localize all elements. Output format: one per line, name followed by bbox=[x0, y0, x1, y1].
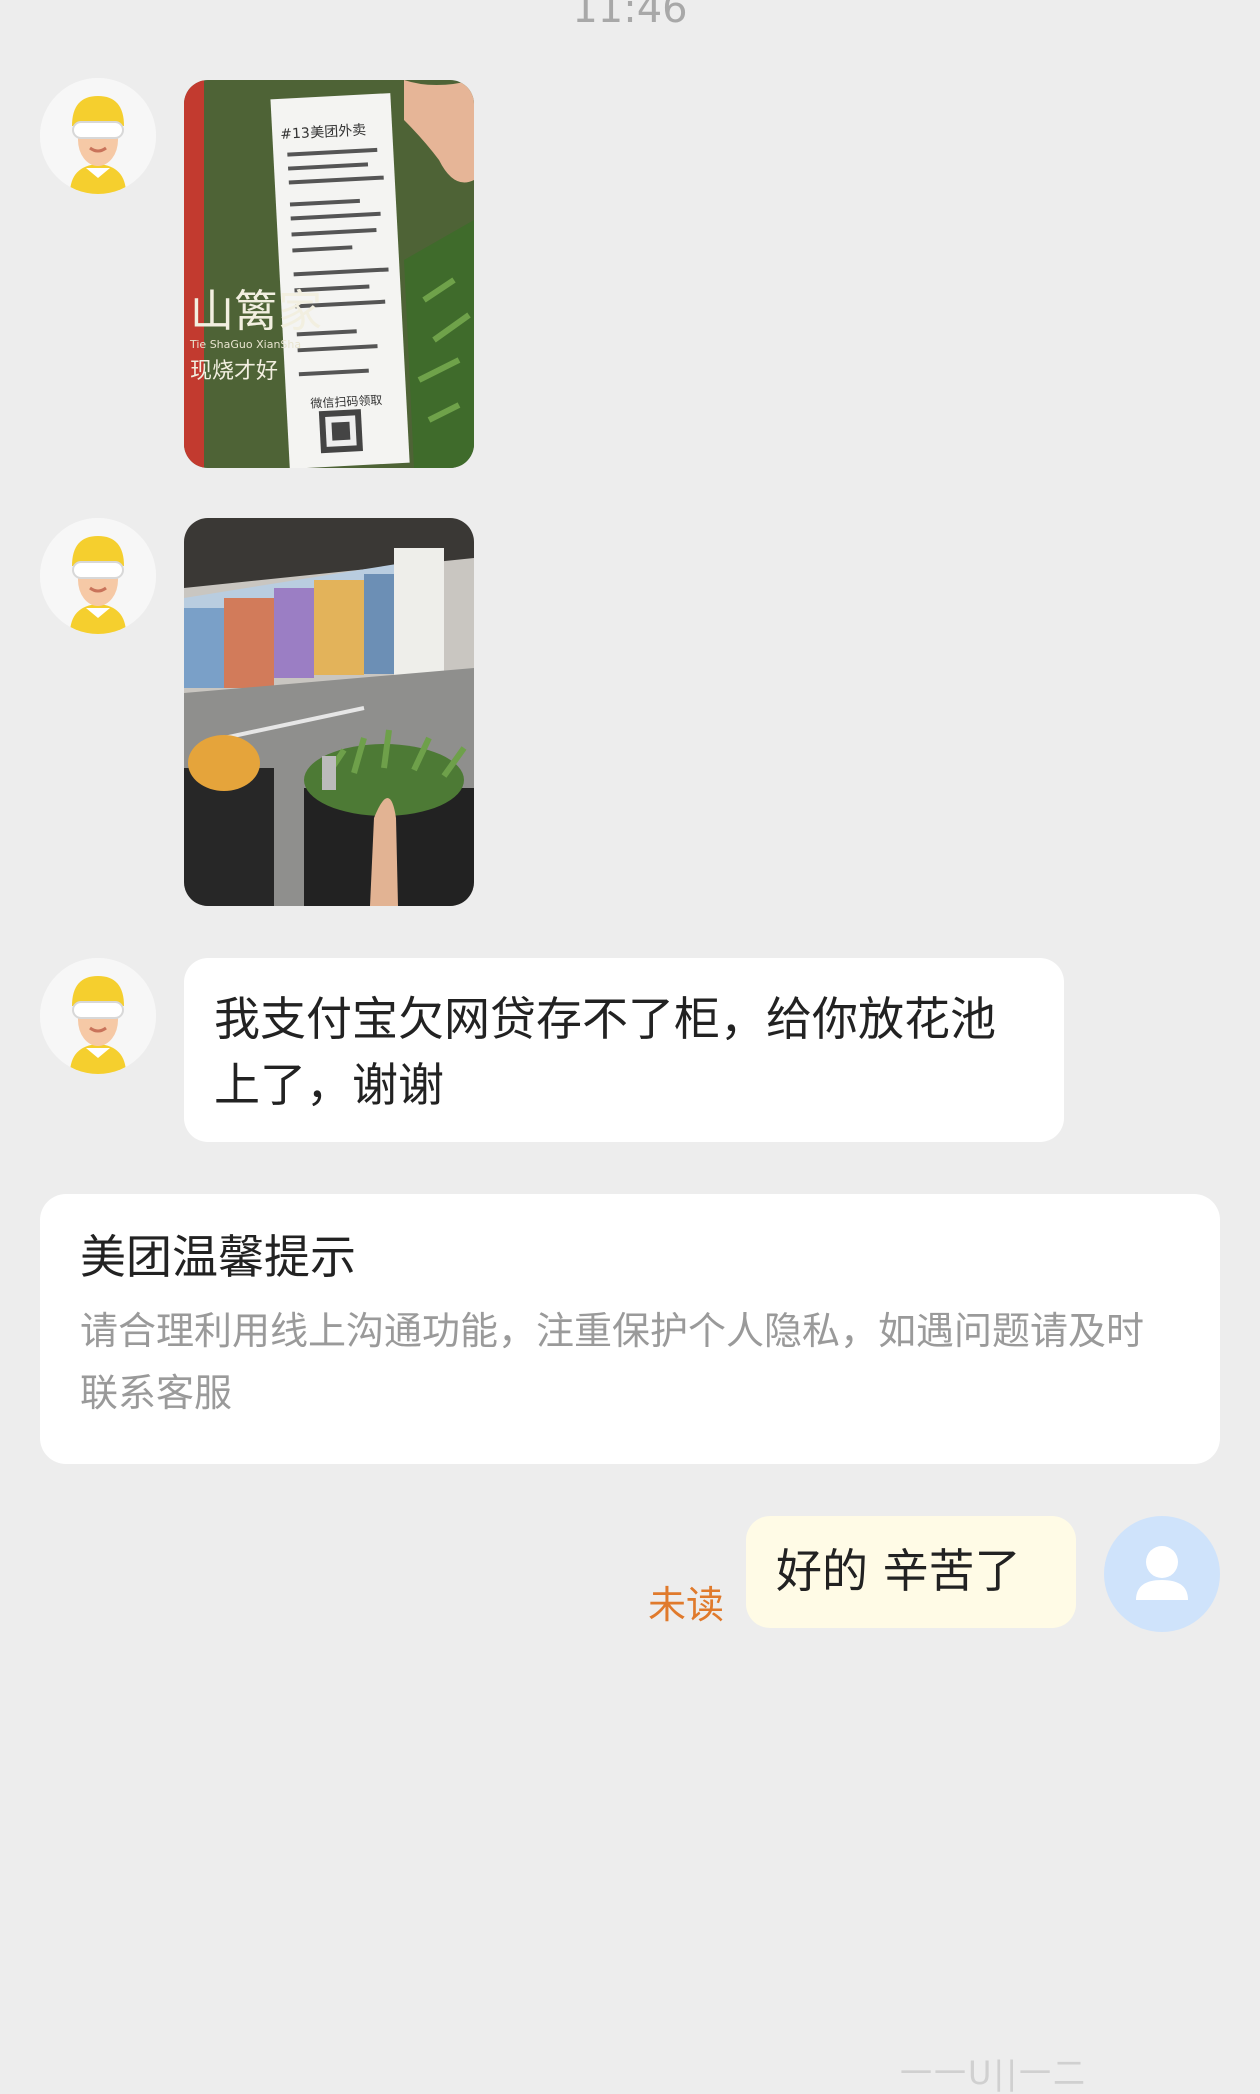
unread-status: 未读 bbox=[648, 1583, 725, 1627]
courier-helmet-icon bbox=[40, 518, 156, 634]
location-photo-image bbox=[184, 518, 474, 906]
courier-avatar[interactable] bbox=[40, 518, 156, 634]
location-photo[interactable] bbox=[184, 518, 474, 906]
bag-latin: Tie ShaGuo XianSha bbox=[189, 338, 301, 351]
bag-brand: 山篱家 bbox=[190, 286, 322, 337]
receipt-photo[interactable]: #13 美团外卖 微信扫码领取 山篱家 Tie ShaGuo XianSha 现… bbox=[184, 80, 474, 468]
user-message-bubble[interactable]: 好的 辛苦了 bbox=[746, 1516, 1076, 1628]
tip-body: 请合理利用线上沟通功能，注重保护个人隐私，如遇问题请及时联系客服 bbox=[80, 1309, 1145, 1415]
user-avatar[interactable] bbox=[1104, 1516, 1220, 1632]
receipt-platform: 美团外卖 bbox=[310, 122, 367, 141]
courier-helmet-icon bbox=[40, 78, 156, 194]
watermark: 一一ᑌ||一二 bbox=[900, 2054, 1087, 2092]
courier-helmet-icon bbox=[40, 958, 156, 1074]
bag-slogan: 现烧才好 bbox=[190, 359, 278, 384]
meituan-tip-card: 美团温馨提示 请合理利用线上沟通功能，注重保护个人隐私，如遇问题请及时联系客服 bbox=[40, 1194, 1220, 1464]
courier-avatar[interactable] bbox=[40, 958, 156, 1074]
person-silhouette-icon bbox=[1136, 1546, 1188, 1600]
status-time: 11:46 bbox=[572, 0, 688, 32]
receipt-order-number: #13 bbox=[280, 125, 310, 143]
receipt-photo-image: #13 美团外卖 微信扫码领取 山篱家 Tie ShaGuo XianSha 现… bbox=[184, 80, 474, 468]
courier-avatar[interactable] bbox=[40, 78, 156, 194]
tip-title: 美团温馨提示 bbox=[80, 1230, 356, 1284]
courier-message-bubble[interactable]: 我支付宝欠网贷存不了柜，给你放花池上了，谢谢 bbox=[184, 958, 1064, 1142]
